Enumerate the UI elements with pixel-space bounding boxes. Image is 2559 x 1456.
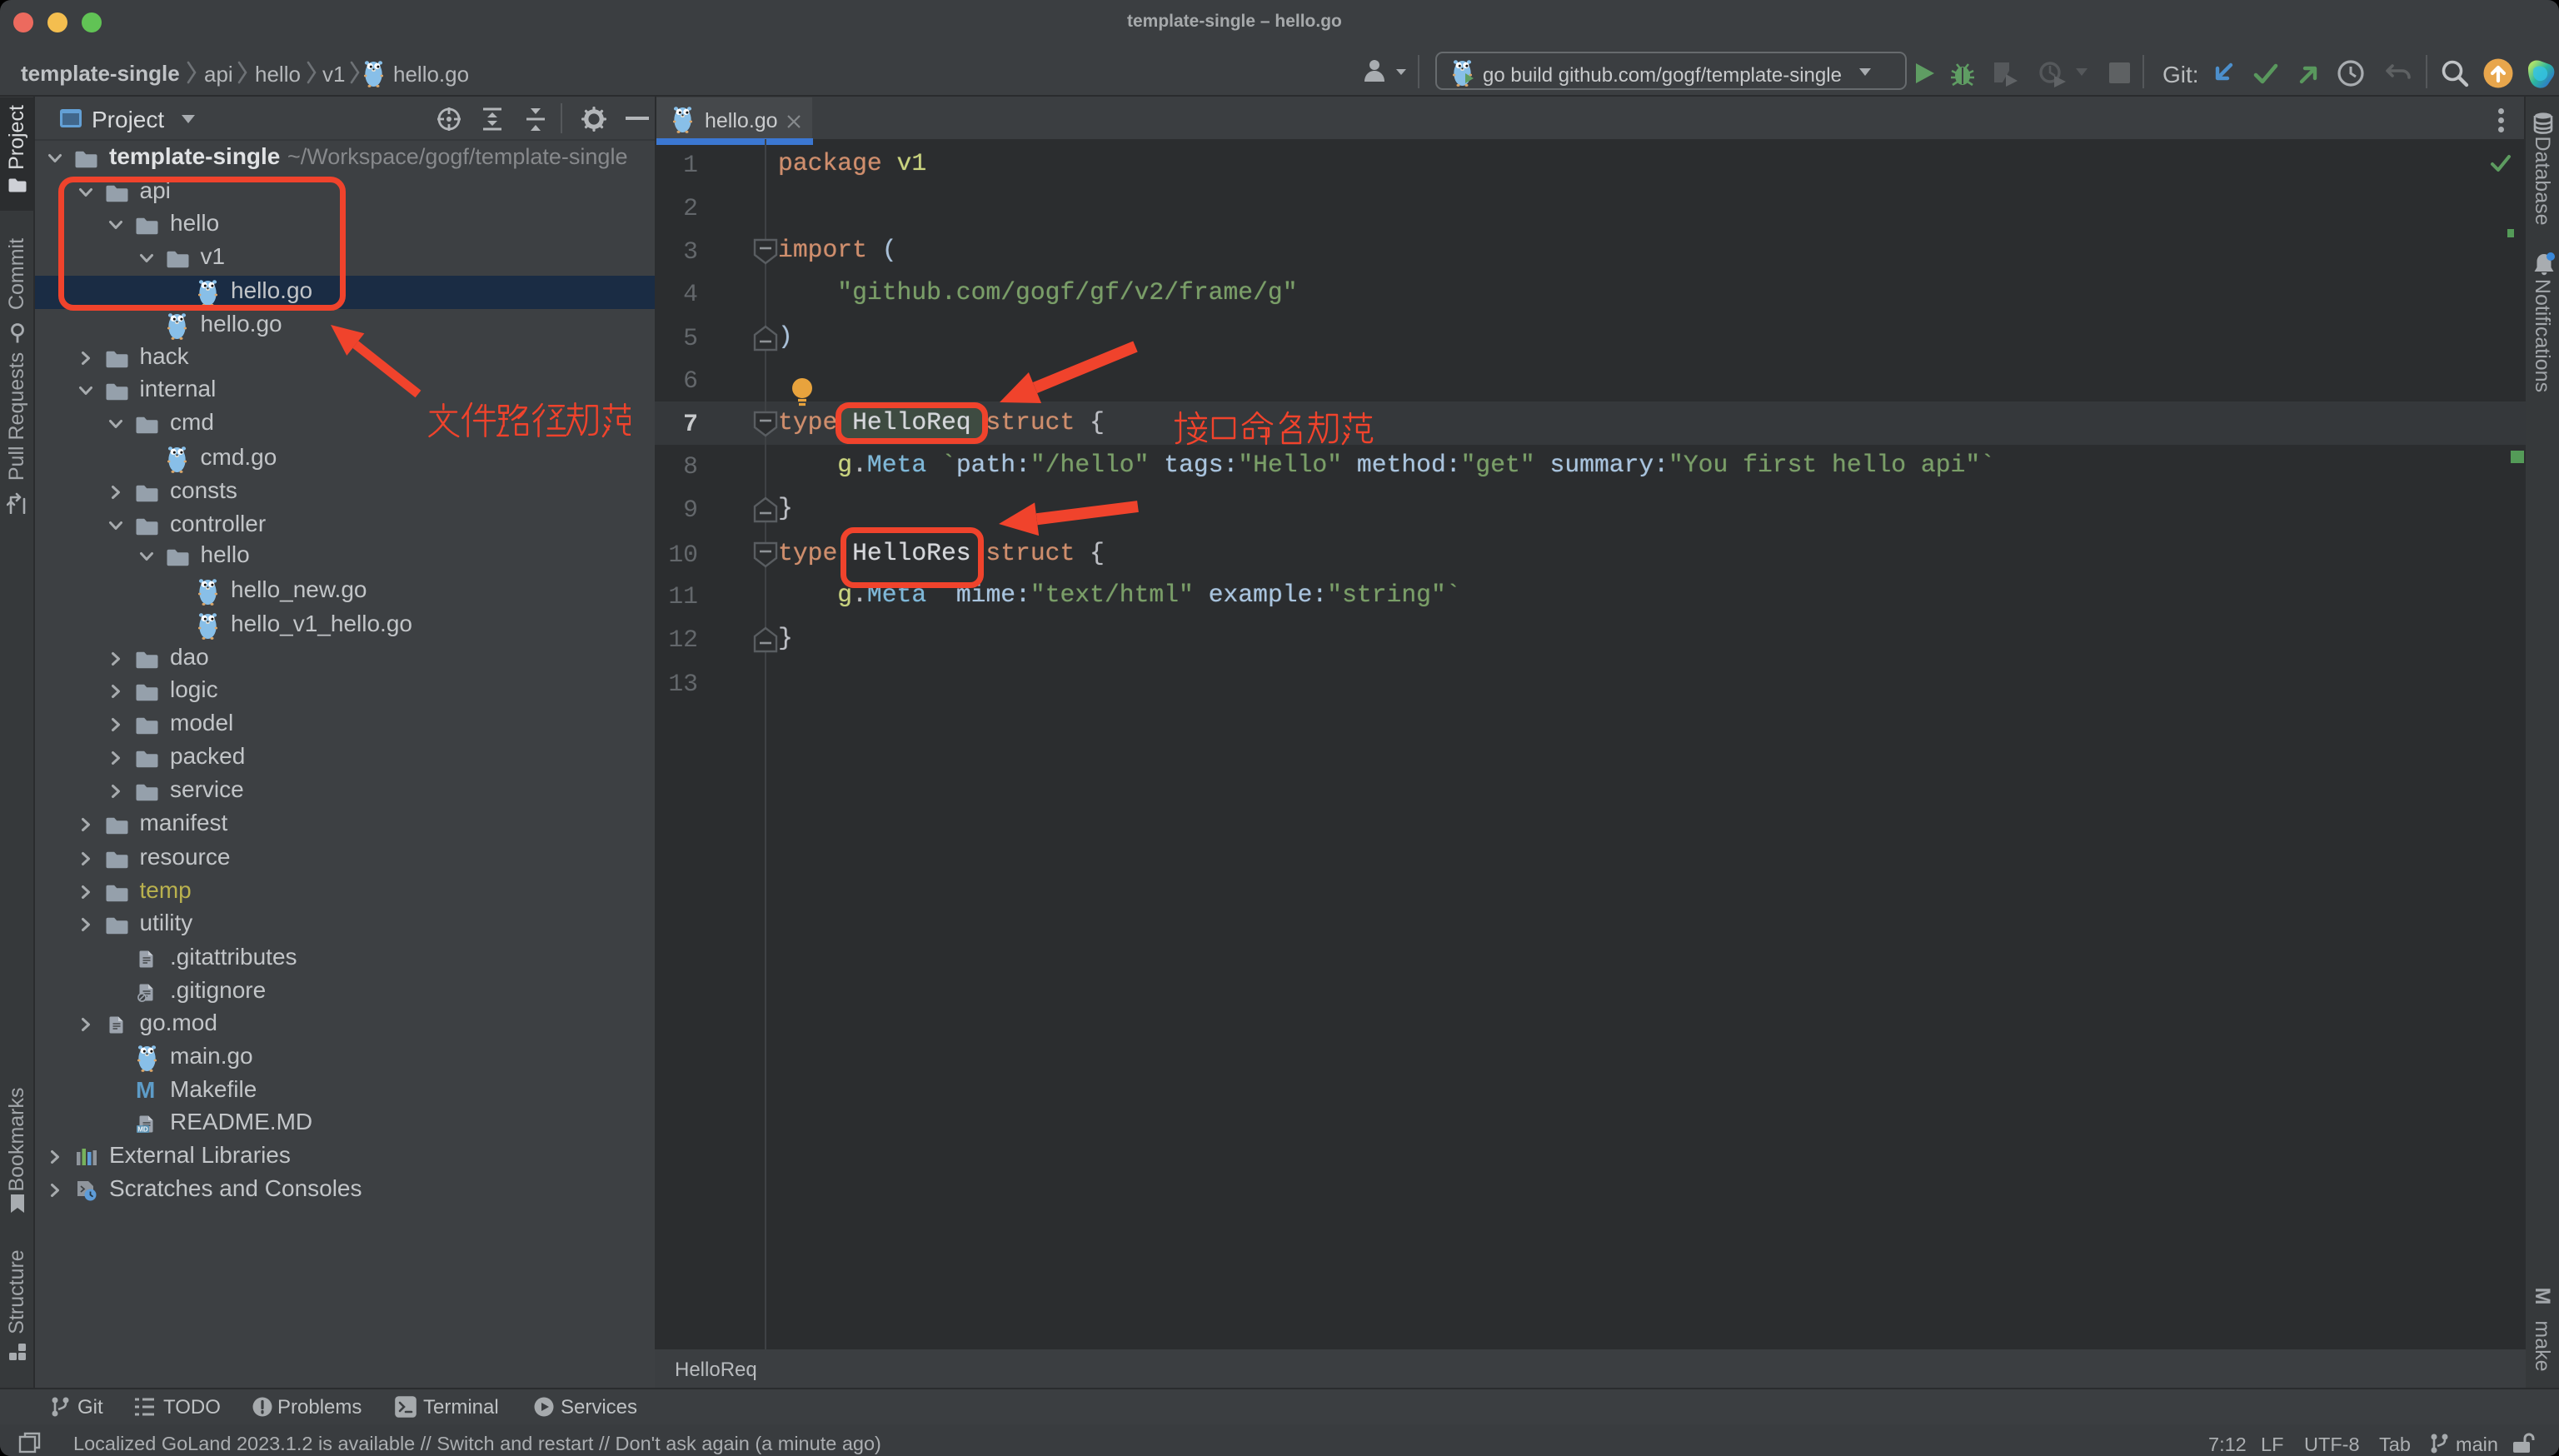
svg-text:MD: MD: [137, 1125, 148, 1133]
